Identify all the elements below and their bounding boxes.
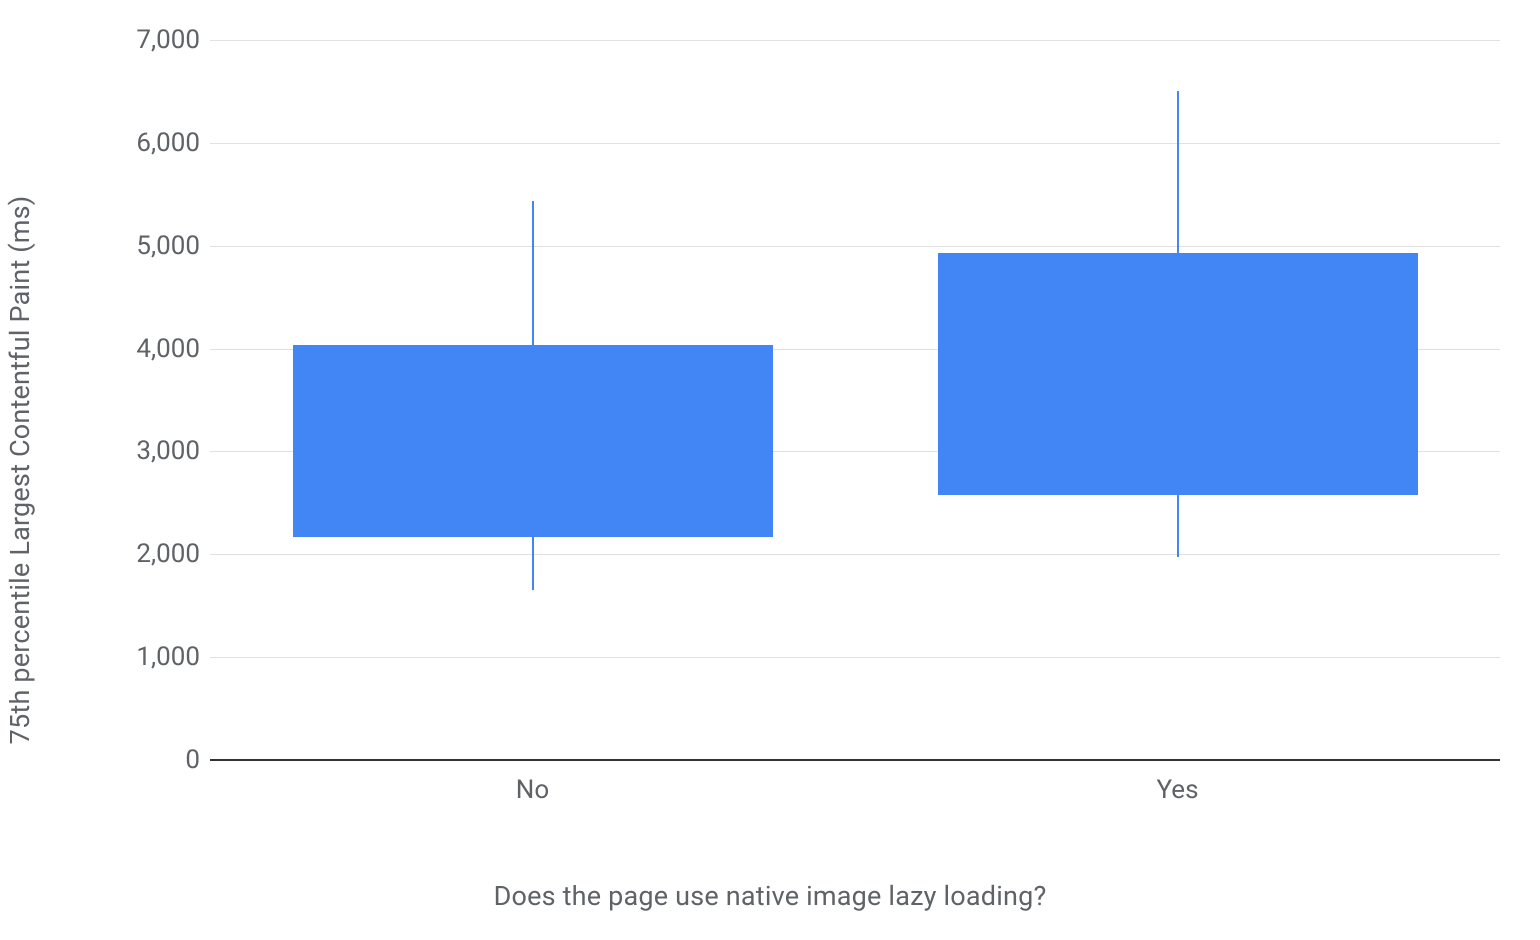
x-axis-baseline xyxy=(210,759,1500,761)
y-tick-label: 1,000 xyxy=(136,642,200,672)
gridline xyxy=(210,554,1500,555)
y-axis-title: 75th percentile Largest Contentful Paint… xyxy=(4,196,36,745)
y-tick-label: 3,000 xyxy=(136,436,200,466)
y-tick-label: 0 xyxy=(185,745,200,775)
plot-area: 01,0002,0003,0004,0005,0006,0007,000NoYe… xyxy=(210,40,1500,760)
x-axis-title: Does the page use native image lazy load… xyxy=(0,880,1540,912)
gridline xyxy=(210,246,1500,247)
y-tick-label: 5,000 xyxy=(136,231,200,261)
gridline xyxy=(210,657,1500,658)
box xyxy=(293,345,773,536)
y-tick-label: 6,000 xyxy=(136,128,200,158)
gridline xyxy=(210,143,1500,144)
y-tick-label: 4,000 xyxy=(136,334,200,364)
x-tick-label: Yes xyxy=(1157,775,1199,805)
box xyxy=(938,253,1418,495)
y-tick-label: 7,000 xyxy=(136,25,200,55)
boxplot-chart: 75th percentile Largest Contentful Paint… xyxy=(0,0,1540,940)
x-tick-label: No xyxy=(516,775,549,805)
y-tick-label: 2,000 xyxy=(136,539,200,569)
gridline xyxy=(210,40,1500,41)
